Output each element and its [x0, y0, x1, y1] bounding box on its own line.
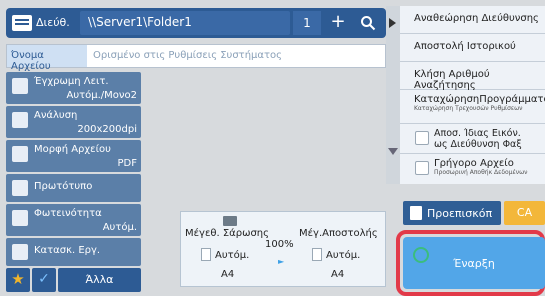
color-mode-button[interactable]: Έγχρωμη Λειτ. Αυτόμ./Μονο2: [6, 72, 141, 104]
preview-button[interactable]: Προεπισκόπ: [403, 201, 501, 225]
scanner-icon: [223, 216, 237, 226]
scan-size-mode: Αυτόμ.: [215, 250, 250, 261]
resolution-button[interactable]: Ανάλυση 200x200dpi: [6, 106, 141, 138]
color-mode-title: Έγχρωμη Λειτ.: [34, 76, 109, 87]
color-mode-icon: [12, 78, 28, 94]
scale-ratio: 100%: [265, 239, 294, 250]
clear-all-button[interactable]: CA: [504, 201, 545, 225]
file-format-button[interactable]: Μορφή Αρχείου PDF: [6, 140, 141, 172]
same-image-fax-item[interactable]: Αποσ. Ίδιας Εικόν. ως Διεύθυνση Φαξ: [400, 124, 545, 154]
add-address-button[interactable]: +: [324, 11, 352, 35]
file-format-title: Μορφή Αρχείου: [34, 144, 111, 155]
right-panel-scrollbar[interactable]: [386, 6, 400, 184]
address-field[interactable]: \\Server1\Folder1: [80, 11, 290, 35]
address-review-item[interactable]: Αναθεώρηση Διεύθυνσης: [400, 6, 545, 34]
start-button[interactable]: Έναρξη: [403, 237, 545, 289]
file-format-icon: [12, 146, 28, 162]
program-register-title: ΚαταχώρησηΠρογράμματος: [414, 94, 545, 105]
quick-file-sub: Προσωρινή Αποθήκ Δεδομένων: [434, 169, 528, 176]
exposure-title: Φωτεινότητα: [34, 208, 102, 219]
send-document-icon: [312, 248, 322, 261]
check-icon: ✓: [38, 271, 50, 287]
resolution-title: Ανάλυση: [34, 110, 78, 121]
color-mode-value: Αυτόμ./Μονο2: [66, 90, 138, 101]
file-name-field[interactable]: Ορισμένο στις Ρυθμίσεις Συστήματος: [91, 47, 381, 65]
quick-file-item[interactable]: Γρήγορο Αρχείο Προσωρινή Αποθήκ Δεδομένω…: [400, 154, 545, 184]
search-icon: [361, 16, 376, 31]
file-name-label: Όνομα Αρχείου: [7, 45, 87, 72]
more-button[interactable]: Άλλα: [58, 268, 141, 292]
preview-label: Προεπισκόπ: [427, 207, 493, 220]
address-label: Διεύθ.: [36, 16, 70, 29]
arrow-right-icon: ►: [278, 257, 285, 266]
original-title: Πρωτότυπο: [34, 181, 93, 192]
right-panel: Αναθεώρηση Διεύθυνσης Αποστολή Ιστορικού…: [400, 6, 545, 184]
exposure-icon: [12, 210, 28, 226]
address-bar: Διεύθ. \\Server1\Folder1 1 +: [6, 8, 386, 38]
program-register-sub: Καταχώρηση Τρεχουσών Ρυθμίσεων: [414, 105, 523, 112]
start-label: Έναρξη: [453, 257, 495, 270]
check-button[interactable]: ✓: [32, 268, 56, 292]
resolution-value: 200x200dpi: [77, 124, 137, 135]
same-image-fax-line1: Αποσ. Ίδιας Εικόν.: [434, 128, 521, 139]
job-build-button[interactable]: Κατασκ. Εργ.: [6, 238, 141, 266]
file-format-value: PDF: [117, 158, 137, 169]
exposure-value: Αυτόμ.: [102, 222, 137, 233]
file-name-row: Όνομα Αρχείου Ορισμένο στις Ρυθμίσεις Συ…: [6, 44, 386, 72]
address-book-icon[interactable]: [12, 15, 32, 31]
scan-send-size-panel[interactable]: Μέγεθ. Σάρωσης Αυτόμ. A4 100% ► Μέγ.Αποσ…: [180, 211, 386, 287]
preview-icon: [410, 206, 422, 220]
collapse-right-panel-icon[interactable]: [389, 18, 396, 28]
resolution-icon: [12, 112, 28, 128]
address-count: 1: [293, 11, 321, 35]
original-button[interactable]: Πρωτότυπο: [6, 174, 141, 202]
send-size-value: A4: [331, 269, 345, 280]
search-number-item[interactable]: Κλήση Αριθμού Αναζήτησης: [400, 62, 545, 91]
sending-history-item[interactable]: Αποστολή Ιστορικού: [400, 34, 545, 62]
quick-file-checkbox[interactable]: [415, 161, 429, 175]
scroll-down-icon[interactable]: [388, 148, 398, 155]
exposure-button[interactable]: Φωτεινότητα Αυτόμ.: [6, 204, 141, 236]
same-image-fax-line2: ως Διεύθυνση Φαξ: [434, 139, 522, 150]
send-size-mode: Αυτόμ.: [326, 250, 361, 261]
scan-size-label: Μέγεθ. Σάρωσης: [185, 228, 270, 239]
star-icon: ★: [11, 270, 25, 288]
program-register-item[interactable]: ΚαταχώρησηΠρογράμματος Καταχώρηση Τρεχου…: [400, 90, 545, 124]
favorite-button[interactable]: ★: [6, 268, 30, 292]
scan-document-icon: [201, 248, 211, 261]
scan-size-value: A4: [221, 269, 235, 280]
same-image-fax-checkbox[interactable]: [415, 131, 429, 145]
send-size-label: Μέγ.Αποστολής: [299, 228, 378, 239]
job-build-icon: [12, 244, 28, 260]
quick-file-title: Γρήγορο Αρχείο: [434, 158, 514, 169]
job-build-title: Κατασκ. Εργ.: [34, 245, 101, 256]
original-icon: [12, 180, 28, 196]
search-button[interactable]: [354, 11, 382, 35]
